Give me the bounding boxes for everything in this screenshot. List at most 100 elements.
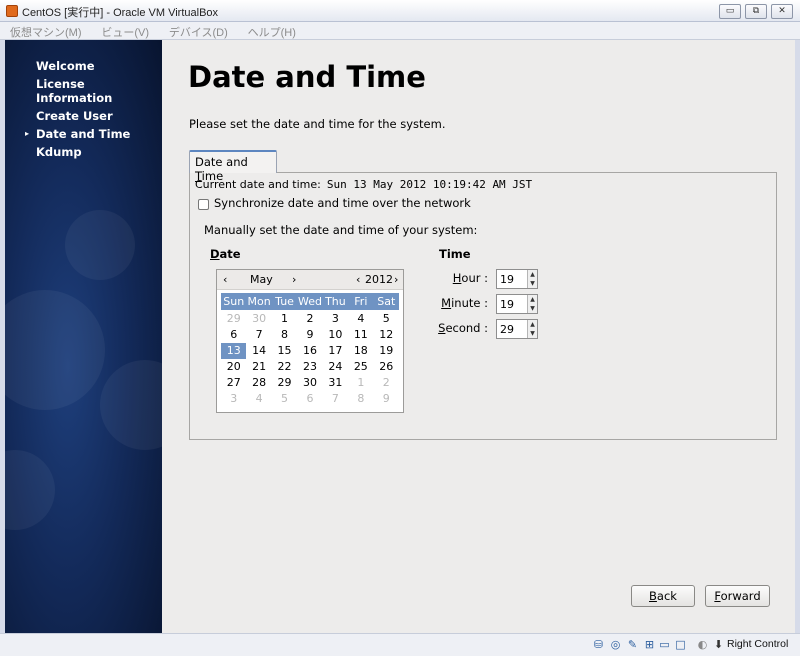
sidebar-decoration [100, 360, 162, 450]
calendar-day[interactable]: 24 [323, 359, 348, 375]
window-title: CentOS [実行中] - Oracle VM VirtualBox [22, 7, 219, 19]
menu-view[interactable]: ビュー(V) [101, 22, 149, 40]
calendar-day[interactable]: 30 [297, 375, 322, 391]
restore-button[interactable]: ⧉ [745, 4, 767, 19]
calendar-day[interactable]: 16 [297, 343, 322, 359]
calendar-day[interactable]: 13 [221, 343, 247, 359]
host-key-label: Right Control [727, 638, 789, 650]
sidebar-item-create-user: Create User [36, 109, 156, 123]
shared-folders-icon[interactable]: ▭ [658, 638, 671, 651]
forward-button-rest: orward [720, 589, 761, 603]
calendar-day-other-month[interactable]: 5 [272, 391, 297, 407]
sidebar-item-label: Create User [36, 109, 113, 123]
menu-help[interactable]: ヘルプ(H) [248, 22, 296, 40]
next-year-button[interactable]: › [394, 273, 398, 286]
tab-label-mnemonic: T [195, 169, 202, 183]
step-list: Welcome License Information Create User … [25, 59, 156, 163]
hard-disk-icon[interactable]: ⛁ [592, 638, 605, 651]
calendar-day-other-month[interactable]: 3 [221, 391, 246, 407]
minute-label-rest: inute : [451, 296, 488, 310]
calendar-day[interactable]: 6 [221, 327, 246, 343]
network-icon[interactable]: ⊞ [643, 638, 656, 651]
minimize-button[interactable]: ▭ [719, 4, 741, 19]
menu-machine[interactable]: 仮想マシン(M) [10, 22, 82, 40]
calendar-day[interactable]: 17 [323, 343, 348, 359]
prev-year-button[interactable]: ‹ [356, 273, 360, 286]
sidebar-item-kdump: Kdump [36, 145, 156, 159]
calendar-day-other-month[interactable]: 1 [348, 375, 373, 391]
calendar-day[interactable]: 27 [221, 375, 246, 391]
hour-increment-icon[interactable]: ▲ [528, 270, 537, 279]
calendar-day-other-month[interactable]: 8 [348, 391, 373, 407]
calendar-day-other-month[interactable]: 6 [297, 391, 322, 407]
calendar-day[interactable]: 18 [348, 343, 373, 359]
calendar-day[interactable]: 2 [297, 311, 322, 327]
back-button[interactable]: Back [631, 585, 695, 607]
calendar-day[interactable]: 4 [348, 311, 373, 327]
calendar-day[interactable]: 19 [374, 343, 399, 359]
calendar-day[interactable]: 23 [297, 359, 322, 375]
second-decrement-icon[interactable]: ▼ [528, 329, 537, 338]
calendar-day[interactable]: 1 [272, 311, 297, 327]
calendar-day[interactable]: 22 [272, 359, 297, 375]
weekday-header: Thu [325, 295, 346, 308]
calendar-day[interactable]: 5 [374, 311, 399, 327]
close-button[interactable]: ✕ [771, 4, 793, 19]
calendar-day[interactable]: 9 [297, 327, 322, 343]
calendar-day[interactable]: 25 [348, 359, 373, 375]
forward-button[interactable]: Forward [705, 585, 770, 607]
minute-increment-icon[interactable]: ▲ [528, 295, 537, 304]
minute-value[interactable]: 19 [500, 298, 514, 311]
hour-decrement-icon[interactable]: ▼ [528, 279, 537, 288]
calendar-day-other-month[interactable]: 9 [374, 391, 399, 407]
calendar-day-other-month[interactable]: 2 [374, 375, 399, 391]
calendar-weekday-row: Sun Mon Tue Wed Thu Fri Sat [221, 293, 399, 310]
installer-sidebar: Welcome License Information Create User … [5, 40, 162, 633]
calendar-day[interactable]: 14 [246, 343, 271, 359]
display-icon[interactable]: □ [674, 638, 687, 651]
minute-spin-buttons: ▲ ▼ [527, 295, 537, 313]
calendar-day[interactable]: 31 [323, 375, 348, 391]
prev-month-button[interactable]: ‹ [223, 273, 227, 286]
tab-date-and-time[interactable]: Date and Time [189, 150, 277, 183]
minute-spinner[interactable]: 19 ▲ ▼ [496, 294, 538, 314]
calendar-day[interactable]: 29 [272, 375, 297, 391]
optical-drive-icon[interactable]: ◎ [609, 638, 622, 651]
minute-decrement-icon[interactable]: ▼ [528, 304, 537, 313]
second-value[interactable]: 29 [500, 323, 514, 336]
current-date-time-value: Sun 13 May 2012 10:19:42 AM JST [326, 178, 533, 191]
calendar-day[interactable]: 28 [246, 375, 271, 391]
calendar-day[interactable]: 7 [246, 327, 271, 343]
sync-network-label[interactable]: Synchronize date and time over the netwo… [214, 196, 471, 210]
hour-value[interactable]: 19 [500, 273, 514, 286]
calendar-day[interactable]: 20 [221, 359, 246, 375]
calendar-day[interactable]: 12 [374, 327, 399, 343]
calendar-day-other-month[interactable]: 29 [221, 311, 246, 327]
page-title: Date and Time [188, 60, 426, 94]
calendar-day[interactable]: 15 [272, 343, 297, 359]
hour-label: Hour : [436, 271, 488, 285]
second-increment-icon[interactable]: ▲ [528, 320, 537, 329]
time-heading: Time [439, 247, 471, 261]
status-bar: ⛁ ◎ ✎ ⊞ ▭ □ ◐ ⬇ Right Control [0, 633, 800, 656]
sync-network-checkbox[interactable] [198, 199, 209, 210]
calendar-day[interactable]: 8 [272, 327, 297, 343]
calendar-day-other-month[interactable]: 30 [246, 311, 271, 327]
next-month-button[interactable]: › [292, 273, 296, 286]
calendar-grid: 29 30 1 2 3 4 5 6 7 8 9 10 11 12 13 14 15 16 17 18 19 20 21 22 2… [221, 311, 399, 407]
main-content: Date and Time Please set the date and ti… [162, 40, 795, 633]
calendar-day[interactable]: 3 [323, 311, 348, 327]
calendar-day-other-month[interactable]: 7 [323, 391, 348, 407]
calendar-year: 2012 [365, 273, 393, 286]
hour-label-rest: our : [461, 271, 488, 285]
mouse-integration-icon[interactable]: ◐ [696, 638, 709, 651]
calendar-day[interactable]: 26 [374, 359, 399, 375]
usb-icon[interactable]: ✎ [626, 638, 639, 651]
calendar-day[interactable]: 21 [246, 359, 271, 375]
calendar-day-other-month[interactable]: 4 [246, 391, 271, 407]
second-spinner[interactable]: 29 ▲ ▼ [496, 319, 538, 339]
calendar-day[interactable]: 11 [348, 327, 373, 343]
calendar-day[interactable]: 10 [323, 327, 348, 343]
menu-devices[interactable]: デバイス(D) [169, 22, 228, 40]
hour-spinner[interactable]: 19 ▲ ▼ [496, 269, 538, 289]
